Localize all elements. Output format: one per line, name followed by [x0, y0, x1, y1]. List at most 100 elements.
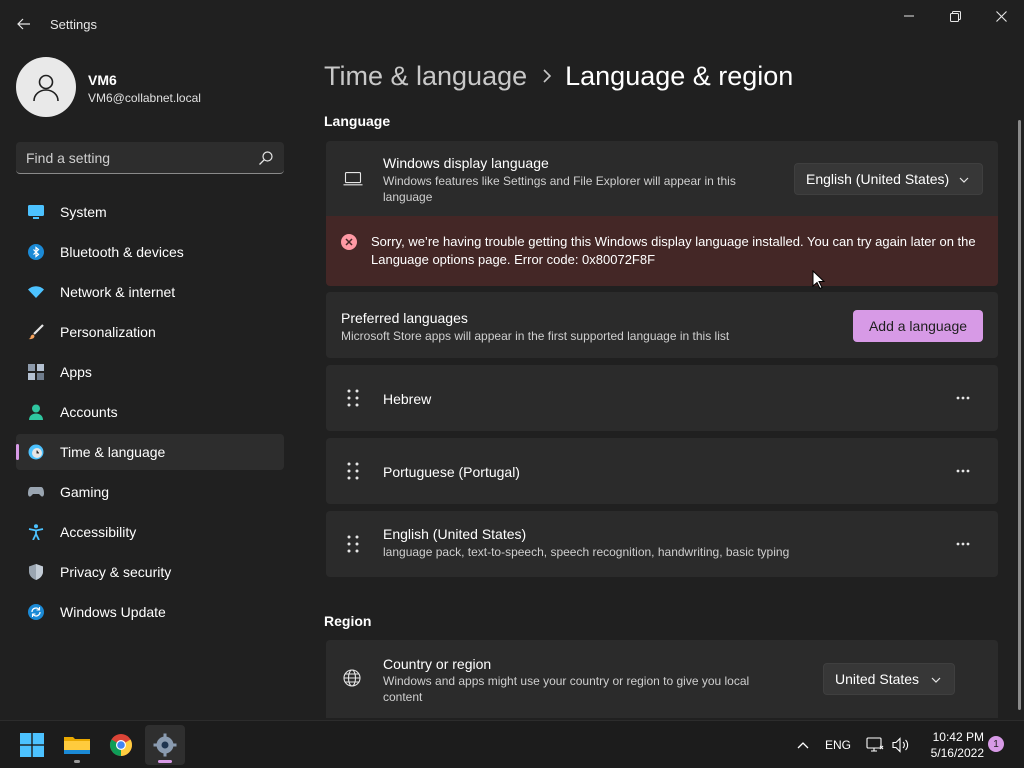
country-region-dropdown[interactable]: United States [823, 663, 955, 695]
clock-time: 10:42 PM [932, 730, 984, 744]
restore-icon [949, 10, 961, 22]
sidebar-item-label: System [60, 204, 107, 220]
back-button[interactable] [12, 12, 36, 36]
input-language-indicator[interactable]: ENG [822, 733, 854, 757]
close-icon [995, 10, 1007, 22]
active-indicator [158, 760, 172, 763]
file-explorer-button[interactable] [57, 725, 97, 765]
preferred-languages-title: Preferred languages [341, 310, 468, 326]
sidebar-item-network[interactable]: Network & internet [16, 274, 284, 310]
sidebar-item-personalization[interactable]: Personalization [16, 314, 284, 350]
sidebar-item-label: Apps [60, 364, 92, 380]
preferred-languages-card: Preferred languages Microsoft Store apps… [326, 292, 998, 358]
folder-icon [64, 737, 90, 754]
app-title: Settings [50, 17, 97, 32]
error-icon [341, 234, 357, 250]
more-options-button[interactable] [946, 456, 980, 486]
user-profile[interactable]: VM6 VM6@collabnet.local [16, 57, 286, 119]
profile-name: VM6 [88, 72, 117, 88]
accounts-icon [28, 404, 44, 420]
sidebar-item-windows-update[interactable]: Windows Update [16, 594, 284, 630]
chrome-button[interactable] [101, 725, 141, 765]
brush-icon [28, 324, 44, 340]
display-language-card: Windows display language Windows feature… [326, 141, 998, 216]
sidebar-item-label: Accounts [60, 404, 118, 420]
person-icon [33, 74, 59, 102]
more-icon [956, 396, 970, 400]
wifi-icon [28, 284, 44, 300]
sidebar-item-label: Network & internet [60, 284, 176, 300]
scrollbar[interactable] [1018, 120, 1021, 710]
more-options-button[interactable] [946, 383, 980, 413]
network-icon [866, 737, 884, 752]
language-name: English (United States) [383, 526, 527, 542]
error-message-bar: Sorry, we’re having trouble getting this… [326, 216, 998, 286]
sidebar-item-label: Privacy & security [60, 564, 172, 580]
sidebar-item-system[interactable]: System [16, 194, 284, 230]
more-options-button[interactable] [946, 529, 980, 559]
search-icon[interactable] [258, 150, 274, 166]
apps-icon [28, 364, 44, 380]
clock[interactable]: 10:42 PM 5/16/2022 [918, 729, 984, 761]
error-message-text: Sorry, we’re having trouble getting this… [371, 234, 976, 267]
sidebar-item-privacy[interactable]: Privacy & security [16, 554, 284, 590]
minimize-button[interactable] [886, 0, 932, 32]
restore-button[interactable] [932, 0, 978, 32]
country-region-description: Windows and apps might use your country … [383, 674, 750, 704]
profile-email: VM6@collabnet.local [88, 91, 201, 105]
running-indicator [74, 760, 80, 763]
add-language-button[interactable]: Add a language [853, 310, 983, 342]
network-status-button[interactable] [864, 733, 886, 757]
chevron-down-icon [959, 177, 969, 183]
system-icon [28, 204, 44, 220]
drag-handle-icon[interactable] [346, 388, 360, 408]
more-icon [956, 469, 970, 473]
sidebar-item-accounts[interactable]: Accounts [16, 394, 284, 430]
chevron-up-icon [797, 742, 809, 749]
sidebar-item-bluetooth[interactable]: Bluetooth & devices [16, 234, 284, 270]
sidebar-item-apps[interactable]: Apps [16, 354, 284, 390]
sidebar-item-label: Personalization [60, 324, 156, 340]
shield-icon [28, 564, 44, 580]
language-features: language pack, text-to-speech, speech re… [383, 545, 790, 559]
time-language-icon [28, 444, 44, 460]
drag-handle-icon[interactable] [346, 461, 360, 481]
sidebar-item-accessibility[interactable]: Accessibility [16, 514, 284, 550]
more-icon [956, 542, 970, 546]
accessibility-icon [28, 524, 44, 540]
windows-logo-icon [20, 733, 44, 757]
dropdown-selected-value: United States [835, 671, 920, 687]
language-section-title: Language [324, 113, 391, 129]
avatar [16, 57, 76, 117]
sidebar-item-gaming[interactable]: Gaming [16, 474, 284, 510]
chrome-icon [110, 734, 132, 756]
list-item[interactable]: Portuguese (Portugal) [326, 438, 998, 504]
list-item[interactable]: English (United States) language pack, t… [326, 511, 998, 577]
start-button[interactable] [12, 725, 52, 765]
list-item[interactable]: Hebrew [326, 365, 998, 431]
search-box[interactable] [16, 142, 284, 174]
drag-handle-icon[interactable] [346, 534, 360, 554]
sidebar-item-time-language[interactable]: Time & language [16, 434, 284, 470]
dropdown-selected-value: English (United States) [806, 171, 950, 187]
volume-button[interactable] [890, 733, 912, 757]
show-hidden-icons-button[interactable] [794, 733, 812, 757]
display-language-description: Windows features like Settings and File … [383, 174, 736, 204]
gamepad-icon [28, 484, 44, 500]
sidebar-item-label: Accessibility [60, 524, 137, 540]
globe-icon [343, 669, 361, 687]
notification-badge[interactable]: 1 [988, 736, 1004, 752]
search-input[interactable] [26, 148, 246, 168]
settings-button[interactable] [145, 725, 185, 765]
region-section-title: Region [324, 613, 372, 629]
close-button[interactable] [978, 0, 1024, 32]
page-title: Language & region [565, 60, 794, 91]
update-icon [28, 604, 44, 620]
breadcrumb-parent-link[interactable]: Time & language [324, 61, 527, 92]
sidebar-item-label: Windows Update [60, 604, 166, 620]
display-language-dropdown[interactable]: English (United States) [794, 163, 983, 195]
sidebar-item-label: Time & language [60, 444, 166, 460]
back-arrow-icon [17, 18, 30, 30]
display-language-title: Windows display language [383, 155, 549, 171]
sidebar-item-label: Bluetooth & devices [60, 244, 184, 260]
